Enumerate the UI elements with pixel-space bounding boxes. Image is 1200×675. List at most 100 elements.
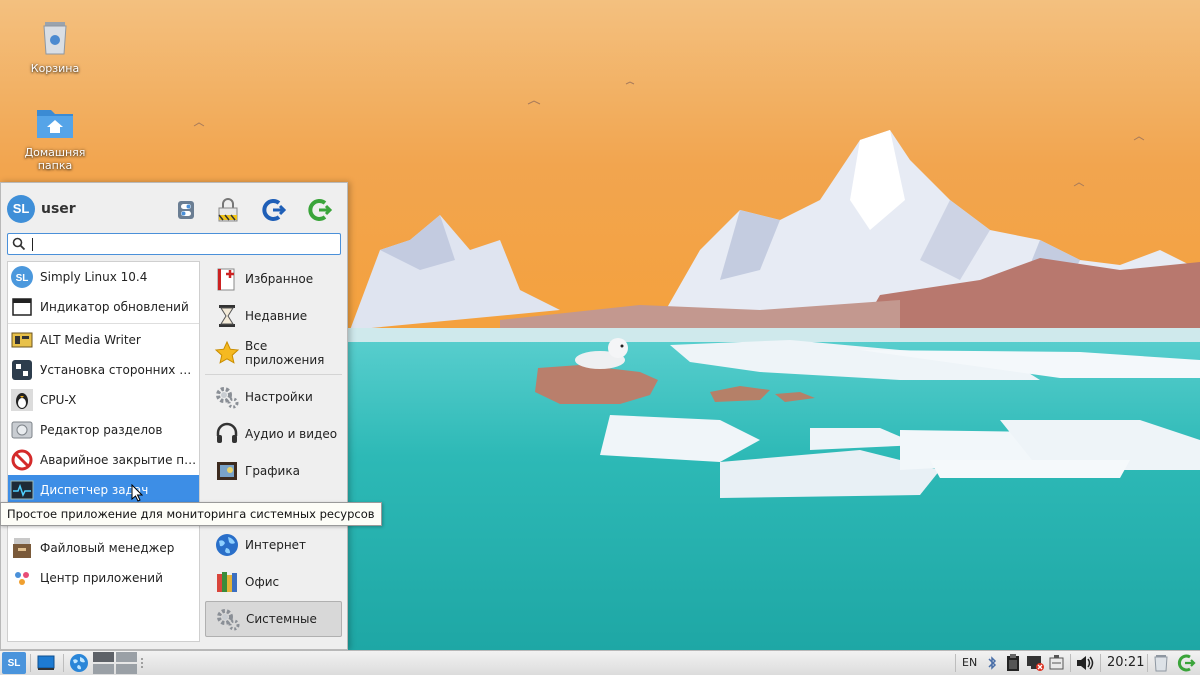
- category-system[interactable]: Системные: [205, 601, 342, 637]
- svg-text:SL: SL: [16, 273, 29, 284]
- category-label: Настройки: [245, 390, 313, 404]
- category-label: Недавние: [245, 309, 308, 323]
- app-item-alt-media-writer[interactable]: ALT Media Writer: [8, 325, 199, 355]
- browser-icon: [70, 654, 88, 672]
- keyboard-layout-indicator[interactable]: EN: [962, 656, 977, 669]
- category-label: Системные: [246, 612, 317, 626]
- panel-handle[interactable]: [139, 652, 145, 674]
- application-menu: SL user SL Simply Linux 10.4 Индикатор о…: [0, 182, 348, 650]
- clipboard-icon: [1007, 654, 1019, 671]
- app-label: Файловый менеджер: [40, 541, 175, 555]
- kill-icon: [10, 448, 34, 472]
- app-item-force-quit[interactable]: Аварийное закрытие прог...: [8, 445, 199, 475]
- disk-icon: [10, 418, 34, 442]
- home-folder-label: Домашняя папка: [24, 146, 86, 172]
- bluetooth-icon: [988, 656, 997, 670]
- workspace-switcher[interactable]: [93, 652, 137, 674]
- separator: [955, 654, 956, 672]
- mouse-pointer-icon: [131, 484, 143, 502]
- battery-icon: [1049, 655, 1064, 670]
- category-all-apps[interactable]: Все приложения: [205, 335, 342, 371]
- category-label: Избранное: [245, 272, 314, 286]
- volume-icon: [1077, 656, 1094, 670]
- books-icon: [213, 568, 241, 596]
- search-icon: [12, 237, 26, 251]
- category-label: Все приложения: [245, 339, 325, 367]
- category-list: Избранное Недавние Все приложения Настро…: [205, 261, 343, 642]
- network-disconnected-icon: [1027, 656, 1044, 671]
- battery-button[interactable]: [1047, 652, 1067, 674]
- volume-button[interactable]: [1074, 652, 1096, 674]
- trash-applet[interactable]: [1151, 652, 1171, 674]
- category-recent[interactable]: Недавние: [205, 298, 342, 334]
- app-label: Установка сторонних при...: [40, 363, 199, 377]
- globe-icon: [213, 531, 241, 559]
- third-party-install-icon: [10, 358, 34, 382]
- separator: [1070, 654, 1071, 672]
- exit-icon: [1177, 654, 1196, 672]
- browser-launcher[interactable]: [67, 652, 91, 674]
- network-button[interactable]: [1024, 652, 1046, 674]
- graphics-icon: [213, 457, 241, 485]
- search-input[interactable]: [30, 235, 336, 253]
- show-desktop-button[interactable]: [34, 652, 58, 674]
- app-label: Индикатор обновлений: [40, 300, 189, 314]
- window-icon: [10, 295, 34, 319]
- app-item-update-indicator[interactable]: Индикатор обновлений: [8, 292, 199, 322]
- app-item-app-center[interactable]: Центр приложений: [8, 563, 199, 593]
- search-field[interactable]: [7, 233, 341, 255]
- logout-button[interactable]: [259, 195, 289, 225]
- app-label: Центр приложений: [40, 571, 163, 585]
- app-item-simply-linux[interactable]: SL Simply Linux 10.4: [8, 262, 199, 292]
- category-audio-video[interactable]: Аудио и видео: [205, 416, 342, 452]
- app-center-icon: [10, 566, 34, 590]
- separator: [205, 374, 342, 375]
- settings-icon: [213, 383, 241, 411]
- app-label: CPU-X: [40, 393, 77, 407]
- user-avatar[interactable]: SL: [7, 195, 35, 223]
- star-icon: [213, 339, 241, 367]
- taskbar: SL EN 20:21: [0, 650, 1200, 675]
- category-favorites[interactable]: Избранное: [205, 261, 342, 297]
- clock[interactable]: 20:21: [1107, 655, 1144, 670]
- clipboard-button[interactable]: [1004, 652, 1022, 674]
- favorites-icon: [213, 265, 241, 293]
- app-item-file-manager[interactable]: Файловый менеджер: [8, 533, 199, 563]
- category-graphics[interactable]: Графика: [205, 453, 342, 489]
- app-item-task-manager[interactable]: Диспетчер задач: [8, 475, 199, 505]
- settings-toggle-icon: [178, 201, 194, 219]
- trash-icon: [33, 16, 77, 60]
- shutdown-button[interactable]: [305, 195, 335, 225]
- category-label: Аудио и видео: [245, 427, 338, 441]
- app-item-cpu-x[interactable]: CPU-X: [8, 385, 199, 415]
- app-label: Редактор разделов: [40, 423, 163, 437]
- category-internet[interactable]: Интернет: [205, 527, 342, 563]
- media-writer-icon: [10, 328, 34, 352]
- session-exit-button[interactable]: [1174, 652, 1198, 674]
- app-item-third-party-install[interactable]: Установка сторонних при...: [8, 355, 199, 385]
- desktop-icon-trash[interactable]: Корзина: [15, 16, 95, 75]
- separator: [63, 654, 64, 672]
- lock-screen-icon: [218, 198, 238, 222]
- trash-label: Корзина: [30, 62, 80, 75]
- app-label: Аварийное закрытие прог...: [40, 453, 199, 467]
- separator: [1100, 654, 1101, 672]
- settings-toggle-button[interactable]: [171, 195, 201, 225]
- start-menu-button[interactable]: SL: [2, 652, 26, 674]
- gear-icon: [214, 605, 242, 633]
- category-office[interactable]: Офис: [205, 564, 342, 600]
- user-name: user: [41, 201, 76, 217]
- grip-icon: [141, 658, 143, 668]
- app-label: ALT Media Writer: [40, 333, 141, 347]
- app-item-partition-editor[interactable]: Редактор разделов: [8, 415, 199, 445]
- lock-screen-button[interactable]: [213, 195, 243, 225]
- category-settings[interactable]: Настройки: [205, 379, 342, 415]
- category-label: Интернет: [245, 538, 307, 552]
- recent-icon: [213, 302, 241, 330]
- task-manager-icon: [10, 478, 34, 502]
- separator: [1147, 654, 1148, 672]
- simply-linux-icon: SL: [10, 265, 34, 289]
- text-cursor: [32, 238, 33, 251]
- desktop-icon-home[interactable]: Домашняя папка: [15, 100, 95, 172]
- bluetooth-button[interactable]: [984, 652, 1000, 674]
